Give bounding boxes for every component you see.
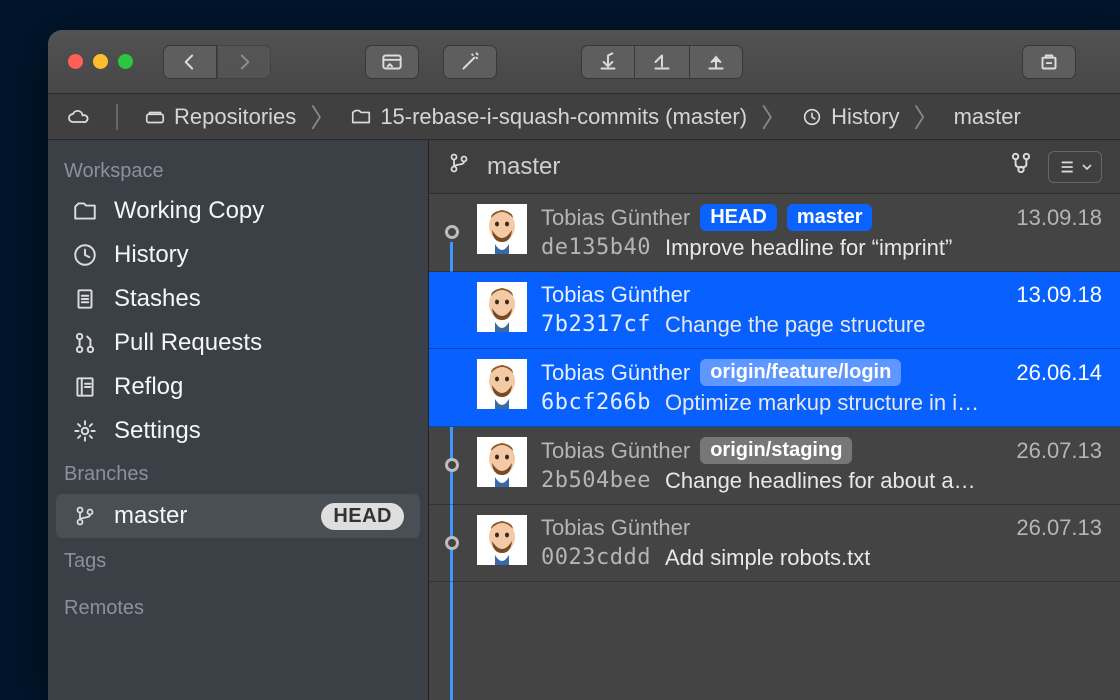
commit-author: Tobias Günther — [541, 205, 690, 231]
sidebar-branch-master[interactable]: master HEAD — [56, 494, 420, 538]
branch-label: master — [114, 502, 187, 530]
ref-badge: origin/feature/login — [700, 359, 901, 386]
undo-button[interactable] — [635, 45, 689, 79]
push-button[interactable] — [689, 45, 743, 79]
avatar — [477, 204, 527, 254]
sidebar-item-reflog[interactable]: Reflog — [48, 365, 428, 409]
commit-message: Optimize markup structure in i… — [665, 390, 979, 416]
folder-icon — [70, 196, 100, 226]
commit-hash: de135b40 — [541, 235, 651, 261]
main-panel: master Tobias Günther HEAD master 13.09.18 … — [428, 140, 1120, 700]
finder-button[interactable] — [365, 45, 419, 79]
titlebar — [48, 30, 1120, 94]
commit-date: 26.06.14 — [1016, 360, 1102, 386]
sidebar-item-pull-requests[interactable]: Pull Requests — [48, 321, 428, 365]
commit-row[interactable]: Tobias Günther origin/feature/login 26.06.… — [429, 349, 1120, 427]
commit-date: 26.07.13 — [1016, 438, 1102, 464]
commit-author: Tobias Günther — [541, 438, 690, 464]
breadcrumb: ｜ Repositories 〉 15-rebase-i-squash-comm… — [48, 94, 1120, 140]
commit-row[interactable]: Tobias Günther 13.09.18 7b2317cf Change th… — [429, 272, 1120, 349]
commit-list-header: master — [429, 140, 1120, 194]
ref-badge: origin/staging — [700, 437, 852, 464]
sidebar-item-working-copy[interactable]: Working Copy — [48, 189, 428, 233]
commit-message: Add simple robots.txt — [665, 545, 870, 571]
commit-row[interactable]: Tobias Günther 26.07.13 0023cddd Add simpl… — [429, 505, 1120, 582]
commit-author: Tobias Günther — [541, 515, 690, 541]
magic-button[interactable] — [443, 45, 497, 79]
sidebar-header-workspace: Workspace — [48, 150, 428, 189]
compare-icon[interactable] — [1008, 150, 1034, 183]
ref-badge: HEAD — [700, 204, 777, 231]
avatar — [477, 359, 527, 409]
stash-button[interactable] — [1022, 45, 1076, 79]
pull-request-icon — [70, 328, 100, 358]
nav-back-button[interactable] — [163, 45, 217, 79]
sidebar-item-history[interactable]: History — [48, 233, 428, 277]
branch-icon — [70, 501, 100, 531]
avatar — [477, 282, 527, 332]
minimize-window-button[interactable] — [93, 54, 108, 69]
avatar — [477, 437, 527, 487]
head-badge: HEAD — [321, 503, 404, 530]
commit-row[interactable]: Tobias Günther HEAD master 13.09.18 de135b4… — [429, 194, 1120, 272]
book-icon — [70, 372, 100, 402]
sidebar-item-settings[interactable]: Settings — [48, 409, 428, 453]
commit-author: Tobias Günther — [541, 282, 690, 308]
sidebar-header-remotes: Remotes — [48, 579, 428, 626]
breadcrumb-repositories[interactable]: Repositories — [144, 104, 296, 130]
commit-row[interactable]: Tobias Günther origin/staging 26.07.13 2b5… — [429, 427, 1120, 505]
sidebar-header-branches: Branches — [48, 453, 428, 492]
sidebar-item-stashes[interactable]: Stashes — [48, 277, 428, 321]
cloud-icon[interactable] — [66, 105, 90, 129]
commit-date: 13.09.18 — [1016, 205, 1102, 231]
pull-button[interactable] — [581, 45, 635, 79]
commit-hash: 2b504bee — [541, 468, 651, 494]
commit-list: Tobias Günther HEAD master 13.09.18 de135b4… — [429, 194, 1120, 700]
commit-hash: 0023cddd — [541, 545, 651, 571]
commit-date: 26.07.13 — [1016, 515, 1102, 541]
commit-message: Improve headline for “imprint” — [665, 235, 952, 261]
commit-message: Change the page structure — [665, 312, 926, 338]
sidebar-header-tags: Tags — [48, 540, 428, 579]
breadcrumb-history[interactable]: History — [801, 104, 899, 130]
zoom-window-button[interactable] — [118, 54, 133, 69]
nav-forward-button[interactable] — [217, 45, 271, 79]
commit-hash: 6bcf266b — [541, 390, 651, 416]
branch-icon — [447, 151, 471, 182]
sidebar: Workspace Working Copy History Stashes P… — [48, 140, 428, 700]
breadcrumb-branch[interactable]: master — [954, 104, 1021, 130]
commit-date: 13.09.18 — [1016, 282, 1102, 308]
breadcrumb-project[interactable]: 15-rebase-i-squash-commits (master) — [350, 104, 747, 130]
window-controls — [68, 54, 133, 69]
avatar — [477, 515, 527, 565]
commit-hash: 7b2317cf — [541, 312, 651, 338]
view-mode-button[interactable] — [1048, 151, 1102, 183]
commit-author: Tobias Günther — [541, 360, 690, 386]
current-branch-label: master — [487, 153, 560, 181]
app-window: ｜ Repositories 〉 15-rebase-i-squash-comm… — [48, 30, 1120, 700]
ref-badge: master — [787, 204, 873, 231]
close-window-button[interactable] — [68, 54, 83, 69]
commit-message: Change headlines for about a… — [665, 468, 976, 494]
gear-icon — [70, 416, 100, 446]
clipboard-icon — [70, 284, 100, 314]
clock-icon — [70, 240, 100, 270]
